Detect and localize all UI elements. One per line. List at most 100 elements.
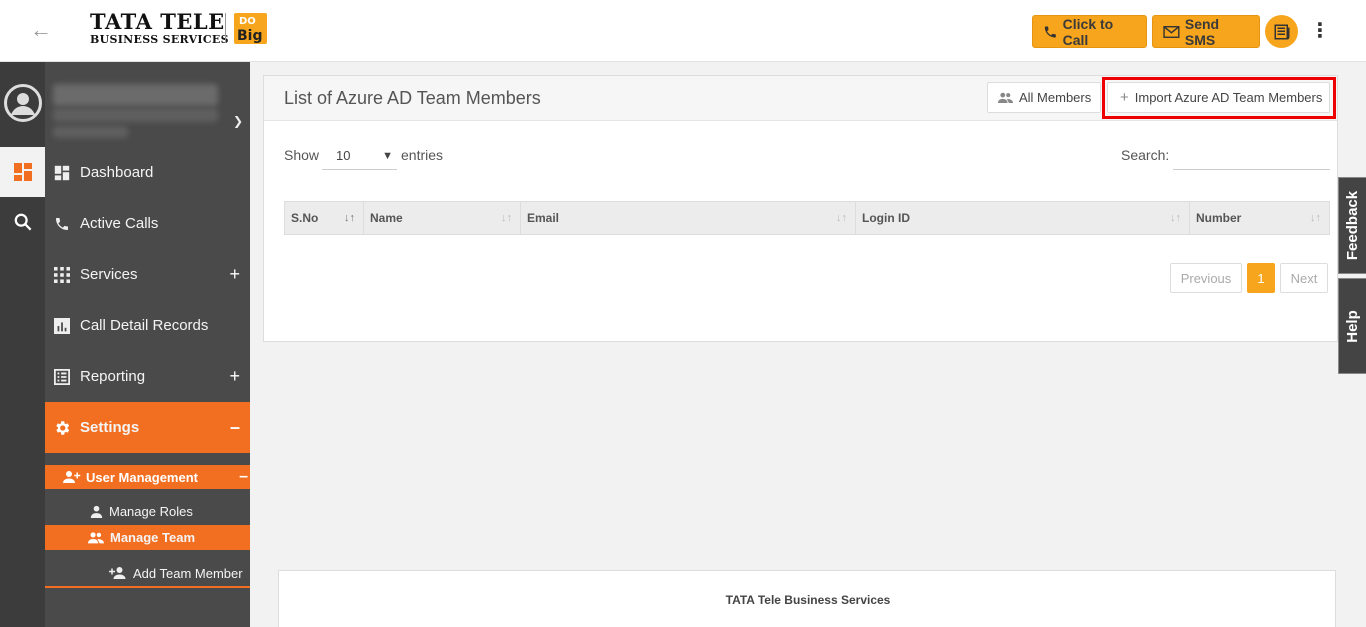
expand-plus-icon[interactable]: + [229,366,240,387]
sidebar-item-reporting[interactable]: Reporting + [45,351,250,402]
column-header-email[interactable]: Email ↓↑ [521,202,856,234]
user-profile: ❯ [45,62,250,147]
sort-icon: ↓↑ [836,212,847,224]
chart-icon [53,317,71,335]
sidebar: ❯ Dashboard Active Calls Services + Call… [45,62,250,627]
dashboard-icon [53,164,71,182]
gear-icon [53,419,71,437]
column-header-number[interactable]: Number ↓↑ [1190,202,1329,234]
do-big-badge: DO Big [234,13,267,44]
sidebar-item-label: Reporting [80,368,146,385]
click-to-call-button[interactable]: Click to Call [1032,15,1147,48]
sidebar-subitem-manage-roles[interactable]: Manage Roles [45,499,250,524]
team-icon [998,92,1013,103]
person-add-icon [109,567,126,579]
mail-icon [1163,25,1180,38]
help-label: Help [1344,309,1362,343]
expand-plus-icon[interactable]: + [229,264,240,285]
phone-icon [53,215,71,233]
logo-subtitle: BUSINESS SERVICES [90,33,229,46]
users-add-icon [63,471,81,483]
blurred-email [53,108,218,122]
column-label: Number [1196,211,1242,225]
pagination-page-1[interactable]: 1 [1247,263,1275,293]
brand-logo[interactable]: TATA TELE BUSINESS SERVICES DO Big [90,9,267,46]
column-label: Login ID [862,211,910,225]
sort-icon: ↓↑ [501,212,512,224]
send-sms-button[interactable]: Send SMS [1152,15,1260,48]
sidebar-item-services[interactable]: Services + [45,249,250,300]
sidebar-item-label: Call Detail Records [80,317,209,334]
all-members-button[interactable]: All Members [987,82,1101,113]
column-header-sno[interactable]: S.No ↓↑ [285,202,364,234]
badge-top-text: DO [239,16,256,27]
collapse-minus-icon[interactable]: – [239,468,248,486]
search-icon [14,213,31,231]
chevron-down-icon[interactable]: ❯ [233,114,243,128]
entries-label: entries [401,147,444,163]
sidebar-item-label: Settings [80,419,140,436]
help-tab[interactable]: Help [1338,278,1366,374]
top-header: ← TATA TELE BUSINESS SERVICES DO Big Cli… [0,0,1366,62]
blurred-id [53,126,128,138]
newspaper-icon [1274,24,1289,39]
feedback-tab[interactable]: Feedback [1338,177,1366,274]
back-arrow-icon[interactable]: ← [30,18,54,42]
sort-asc-icon: ↓↑ [344,212,355,224]
sidebar-subitem-manage-team[interactable]: Manage Team [45,525,250,550]
column-header-name[interactable]: Name ↓↑ [364,202,521,234]
page-title: List of Azure AD Team Members [284,88,541,108]
feedback-label: Feedback [1344,190,1362,261]
phone-icon [1044,26,1056,37]
pagination-previous[interactable]: Previous [1170,263,1242,293]
collapse-minus-icon[interactable]: – [230,417,240,438]
rail-search-button[interactable] [0,202,45,242]
news-button[interactable] [1265,15,1298,48]
subitem-label: Add Team Member [133,565,243,581]
column-label: S.No [291,211,319,225]
dashboard-grid-icon [13,163,32,181]
footer: TATA Tele Business Services [278,570,1336,627]
person-icon [90,505,103,518]
column-header-login-id[interactable]: Login ID ↓↑ [856,202,1190,234]
sidebar-item-call-detail-records[interactable]: Call Detail Records [45,300,250,351]
logo-divider [225,13,226,43]
icon-rail [0,62,45,627]
chevron-down-icon: ▼ [382,149,393,162]
all-members-label: All Members [1019,90,1092,105]
sidebar-item-dashboard[interactable]: Dashboard [45,147,250,198]
sidebar-item-label: Active Calls [80,215,159,232]
members-table-header: S.No ↓↑ Name ↓↑ Email ↓↑ Login ID ↓↑ Num… [284,201,1330,235]
highlight-box [1102,77,1336,119]
sidebar-item-settings[interactable]: Settings – [45,402,250,453]
click-to-call-label: Click to Call [1062,15,1114,48]
pagination-next[interactable]: Next [1280,263,1328,293]
search-input[interactable] [1173,142,1330,170]
entries-select[interactable]: 10 ▼ [322,142,397,170]
sidebar-item-active-calls[interactable]: Active Calls [45,198,250,249]
sidebar-item-label: Dashboard [80,164,154,181]
footer-text: TATA Tele Business Services [725,593,891,607]
sidebar-subitem-add-team-member[interactable]: Add Team Member [45,560,250,588]
column-label: Email [527,211,560,225]
sort-icon: ↓↑ [1310,212,1321,224]
user-avatar-icon [11,93,35,115]
avatar[interactable] [4,84,42,122]
team-icon [88,532,104,544]
sidebar-subheader-user-management[interactable]: User Management – [45,465,250,489]
search-label: Search: [1121,147,1170,163]
send-sms-label: Send SMS [1184,15,1220,48]
subitem-label: Manage Roles [109,504,193,519]
column-label: Name [370,211,403,225]
grid-icon [53,266,71,284]
subitem-label: Manage Team [110,530,196,545]
blurred-username [53,84,218,106]
show-label: Show [284,147,320,163]
logo-title: TATA TELE [90,9,225,34]
rail-dashboard-button[interactable] [0,147,45,197]
members-panel: List of Azure AD Team Members All Member… [263,75,1338,342]
badge-bottom-text: Big [237,28,263,44]
list-icon [53,368,71,386]
more-options-icon[interactable]: ⋮ [1310,18,1330,44]
entries-select-value: 10 [336,148,351,163]
